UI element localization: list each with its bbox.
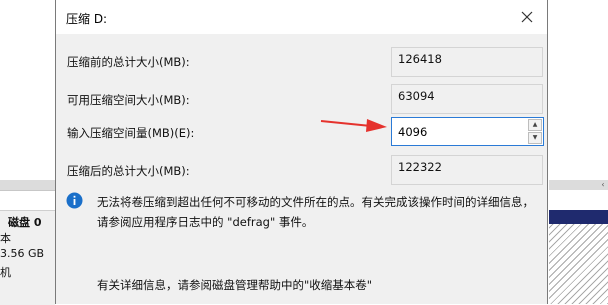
disk-status-fragment: 机: [0, 266, 11, 279]
total-size-after-value: 122322: [391, 155, 543, 185]
partition-header-bar: [549, 210, 608, 224]
total-size-after-label: 压缩后的总计大小(MB):: [67, 164, 190, 178]
dialog-title: 压缩 D:: [66, 12, 108, 26]
info-message: 无法将卷压缩到超出任何不可移动的文件所在的点。有关完成该操作时间的详细信息，请参…: [97, 195, 534, 229]
total-size-before-label: 压缩前的总计大小(MB):: [67, 55, 190, 69]
shrink-amount-label: 输入压缩空间量(MB)(E):: [67, 126, 195, 140]
shrink-amount-stepper[interactable]: ▲ ▼: [391, 117, 544, 146]
close-icon: [521, 11, 533, 23]
partition-hatched-area[interactable]: [549, 224, 608, 304]
shrink-dialog: 压缩 D: 压缩前的总计大小(MB): 126418 可用压缩空间大小(MB):…: [55, 0, 548, 304]
info-icon: [66, 192, 83, 209]
available-shrink-label: 可用压缩空间大小(MB):: [67, 93, 190, 107]
disk-size-fragment: 3.56 GB: [0, 247, 45, 260]
shrink-amount-input[interactable]: [392, 118, 536, 145]
spin-down-button[interactable]: ▼: [528, 132, 542, 144]
close-button[interactable]: [507, 0, 547, 34]
scroll-left-arrow-icon[interactable]: ‹: [598, 180, 608, 190]
spinner-buttons: ▲ ▼: [528, 119, 542, 144]
disk-type-fragment: 本: [0, 232, 11, 245]
background-header-strip: [0, 180, 55, 191]
spin-up-button[interactable]: ▲: [528, 119, 542, 131]
pointer-arrow-icon: [320, 119, 387, 132]
help-message: 有关详细信息，请参阅磁盘管理帮助中的"收缩基本卷": [97, 278, 373, 292]
total-size-before-value: 126418: [391, 47, 543, 77]
title-bar: 压缩 D:: [56, 0, 547, 34]
available-shrink-value: 63094: [391, 84, 543, 114]
disk-name: 磁盘 0: [8, 216, 42, 229]
